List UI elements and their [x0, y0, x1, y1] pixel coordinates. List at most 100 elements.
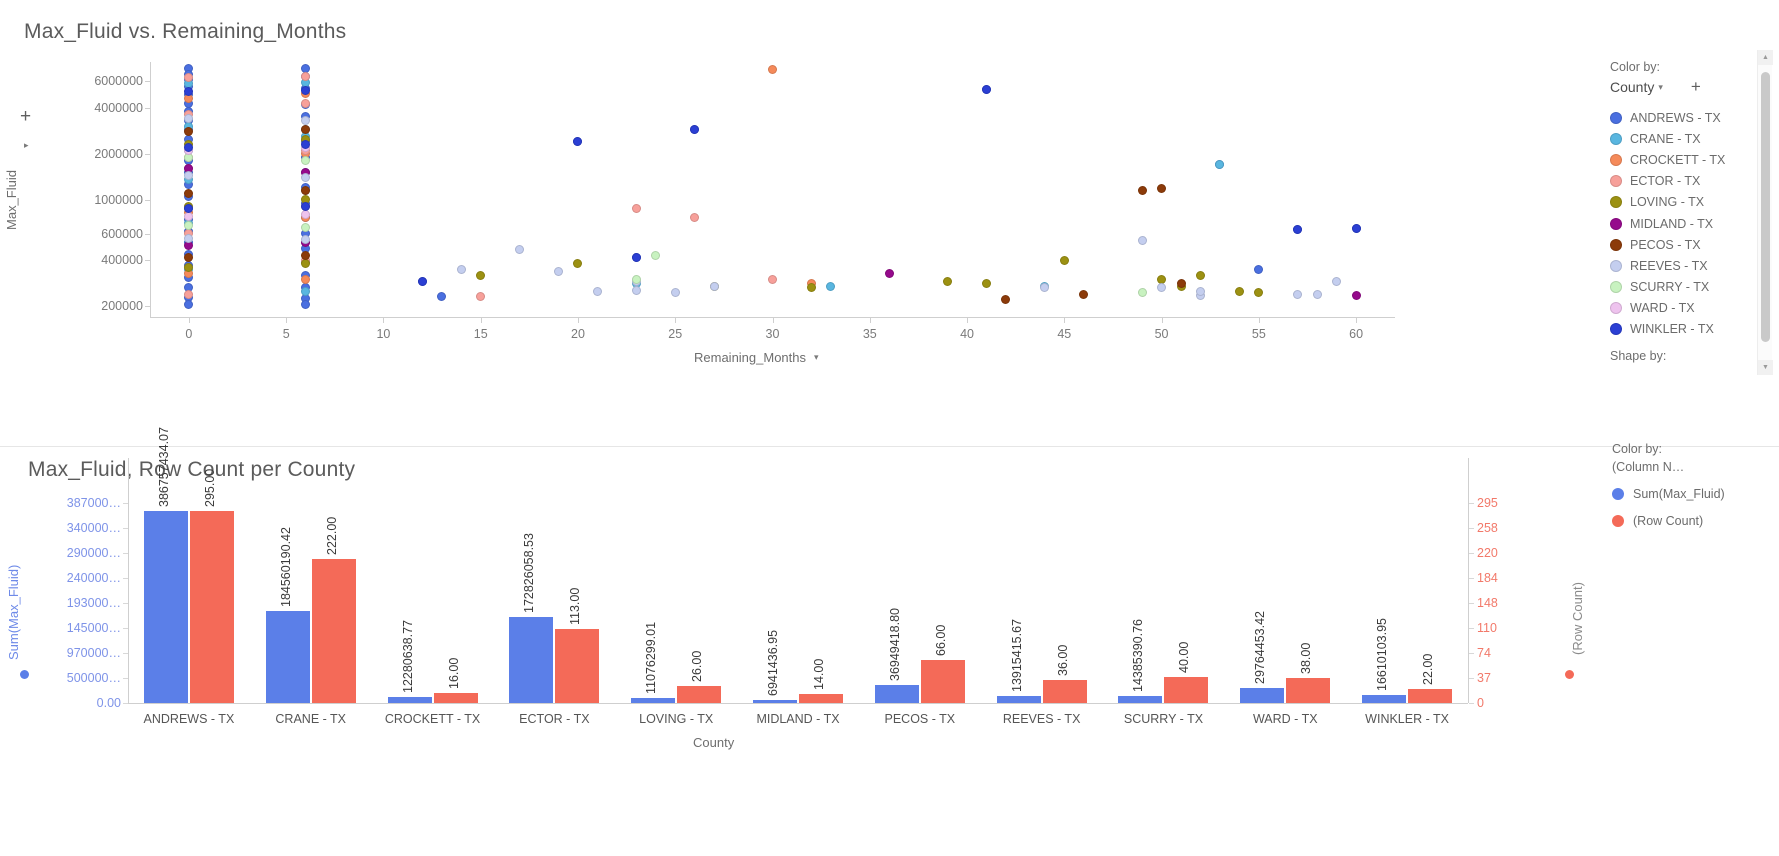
- legend-item-ward[interactable]: WARD - TX: [1610, 298, 1760, 319]
- scatter-point[interactable]: [943, 277, 953, 287]
- scatter-point[interactable]: [1137, 185, 1147, 195]
- scatter-point[interactable]: [1157, 184, 1167, 194]
- bar-row-count[interactable]: [555, 629, 600, 703]
- legend-item-loving[interactable]: LOVING - TX: [1610, 192, 1760, 213]
- scatter-point[interactable]: [592, 286, 602, 296]
- scroll-up-icon[interactable]: ▲: [1758, 50, 1773, 65]
- scatter-point[interactable]: [631, 204, 641, 214]
- axis-menu-caret-icon[interactable]: ▸: [24, 140, 29, 151]
- scatter-point[interactable]: [1059, 255, 1069, 265]
- bar-right-axis-name[interactable]: (Row Count): [1570, 582, 1585, 655]
- scatter-point[interactable]: [301, 222, 311, 232]
- scatter-point[interactable]: [1195, 270, 1205, 280]
- bar-sum-maxfluid[interactable]: [1118, 695, 1163, 703]
- scatter-point[interactable]: [1312, 289, 1322, 299]
- scatter-point[interactable]: [184, 127, 194, 136]
- bar-sum-maxfluid[interactable]: [631, 697, 676, 703]
- bar-plot-area[interactable]: 387000… 340000… 290000… 240000… 193000… 14500…: [67, 427, 1498, 726]
- scatter-point[interactable]: [709, 281, 719, 291]
- scatter-point[interactable]: [631, 285, 641, 295]
- scatter-y-axis-name[interactable]: Max_Fluid: [4, 170, 19, 230]
- legend-item-pecos[interactable]: PECOS - TX: [1610, 234, 1760, 255]
- scatter-point[interactable]: [631, 252, 641, 262]
- scatter-point[interactable]: [768, 274, 777, 284]
- scatter-point[interactable]: [417, 277, 427, 287]
- scatter-point[interactable]: [515, 245, 525, 255]
- scatter-point[interactable]: [456, 264, 466, 274]
- bar-left-axis-name[interactable]: Sum(Max_Fluid): [6, 565, 21, 660]
- scatter-point[interactable]: [1079, 289, 1089, 299]
- scatter-point[interactable]: [1254, 288, 1264, 298]
- bar-row-count[interactable]: [1408, 688, 1453, 703]
- scatter-point[interactable]: [573, 259, 583, 269]
- color-by-control[interactable]: County ▾ +: [1610, 77, 1760, 97]
- scatter-point[interactable]: [826, 281, 836, 291]
- bar-row-count[interactable]: [189, 511, 234, 703]
- scatter-point[interactable]: [1234, 286, 1244, 296]
- legend-item-scurry[interactable]: SCURRY - TX: [1610, 277, 1760, 298]
- bar-sum-maxfluid[interactable]: [874, 684, 919, 703]
- scatter-point[interactable]: [768, 65, 777, 75]
- bar-sum-maxfluid[interactable]: [387, 696, 432, 703]
- zoom-in-icon[interactable]: +: [20, 106, 31, 128]
- bar-sum-maxfluid[interactable]: [753, 699, 797, 703]
- bar-row-count[interactable]: [1286, 678, 1331, 703]
- bar-row-count[interactable]: [1042, 679, 1087, 703]
- bar-row-count[interactable]: [311, 558, 356, 703]
- legend-item-crane[interactable]: CRANE - TX: [1610, 128, 1760, 149]
- chevron-down-icon[interactable]: ▾: [1658, 82, 1663, 93]
- bar-sum-maxfluid[interactable]: [143, 511, 188, 703]
- scatter-point[interactable]: [301, 286, 311, 296]
- legend-scrollbar[interactable]: ▲ ▼: [1757, 50, 1773, 375]
- bar-legend-item[interactable]: Sum(Max_Fluid): [1612, 487, 1767, 501]
- bar-sum-maxfluid[interactable]: [509, 617, 554, 703]
- scatter-point[interactable]: [1176, 279, 1186, 289]
- scatter-x-axis-selector[interactable]: Remaining_Months ▾: [694, 350, 819, 365]
- scrollbar-thumb[interactable]: [1761, 72, 1770, 342]
- scatter-point[interactable]: [184, 300, 194, 310]
- scatter-point[interactable]: [1195, 286, 1205, 296]
- scatter-point[interactable]: [301, 116, 311, 126]
- bar-row-count[interactable]: [677, 686, 722, 703]
- scatter-point[interactable]: [301, 98, 311, 108]
- legend-item-ector[interactable]: ECTOR - TX: [1610, 171, 1760, 192]
- scatter-point[interactable]: [1351, 223, 1361, 233]
- scatter-point[interactable]: [670, 288, 680, 298]
- scatter-point[interactable]: [1293, 289, 1303, 299]
- scatter-point[interactable]: [1351, 291, 1361, 301]
- scatter-point[interactable]: [651, 251, 661, 261]
- legend-item-winkler[interactable]: WINKLER - TX: [1610, 319, 1760, 340]
- scatter-point[interactable]: [981, 279, 991, 289]
- scatter-point[interactable]: [1137, 235, 1147, 245]
- scatter-point[interactable]: [301, 185, 311, 195]
- bar-row-count[interactable]: [920, 660, 965, 703]
- bar-sum-maxfluid[interactable]: [1362, 694, 1407, 703]
- scatter-point[interactable]: [184, 252, 194, 262]
- scatter-point[interactable]: [437, 292, 447, 302]
- scatter-point[interactable]: [1157, 283, 1167, 293]
- legend-item-andrews[interactable]: ANDREWS - TX: [1610, 107, 1760, 128]
- scatter-point[interactable]: [301, 202, 311, 212]
- scatter-point[interactable]: [301, 274, 311, 284]
- scatter-point[interactable]: [1254, 264, 1264, 274]
- color-by-value[interactable]: County: [1610, 79, 1654, 95]
- scatter-point[interactable]: [184, 233, 194, 243]
- scatter-point[interactable]: [301, 300, 311, 310]
- scatter-point[interactable]: [884, 268, 894, 278]
- scatter-point[interactable]: [301, 209, 311, 219]
- add-color-icon[interactable]: +: [1691, 77, 1701, 97]
- bar-row-count[interactable]: [1164, 676, 1209, 703]
- bar-sum-maxfluid[interactable]: [996, 696, 1041, 703]
- scatter-point[interactable]: [301, 124, 311, 134]
- bar-sum-maxfluid[interactable]: [1240, 688, 1285, 703]
- bar-legend-item[interactable]: (Row Count): [1612, 514, 1767, 528]
- scroll-down-icon[interactable]: ▼: [1758, 360, 1773, 375]
- scatter-point[interactable]: [981, 84, 991, 94]
- scatter-point[interactable]: [184, 211, 194, 221]
- scatter-point[interactable]: [1001, 295, 1011, 305]
- bar-row-count[interactable]: [799, 693, 843, 703]
- legend-item-crockett[interactable]: CROCKETT - TX: [1610, 149, 1760, 170]
- scatter-point[interactable]: [184, 170, 194, 180]
- bar-row-count[interactable]: [433, 692, 478, 703]
- legend-item-midland[interactable]: MIDLAND - TX: [1610, 213, 1760, 234]
